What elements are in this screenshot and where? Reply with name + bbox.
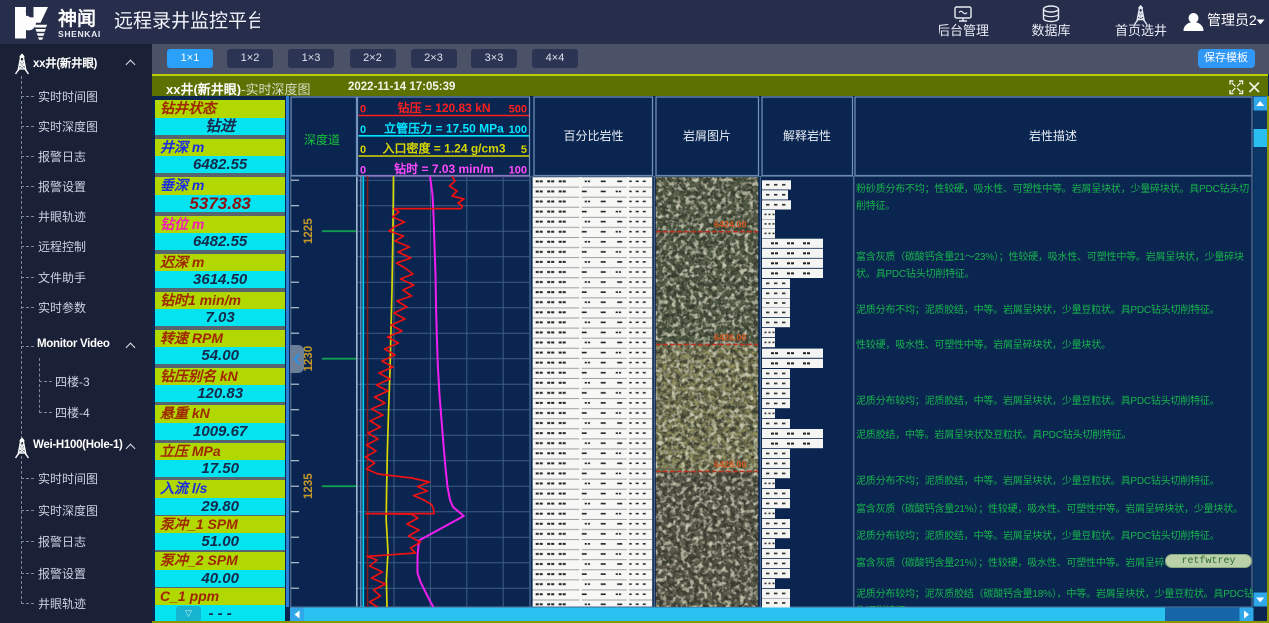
svg-text:100: 100 xyxy=(509,124,527,136)
svg-text:后台管理: 后台管理 xyxy=(939,23,989,38)
svg-text:岩屑图片: 岩屑图片 xyxy=(683,128,731,143)
svg-text:1235: 1235 xyxy=(303,473,315,499)
svg-text:立管压力 = 17.50 MPa: 立管压力 = 17.50 MPa xyxy=(384,120,504,135)
svg-text:6424.00: 6424.00 xyxy=(714,220,747,230)
svg-text:0: 0 xyxy=(360,164,366,176)
svg-text:0: 0 xyxy=(360,104,366,116)
svg-text:6428.00: 6428.00 xyxy=(714,460,747,470)
svg-text:百分比岩性: 百分比岩性 xyxy=(563,128,623,143)
svg-text:解释岩性: 解释岩性 xyxy=(783,128,831,143)
svg-text:SHENKAI: SHENKAI xyxy=(58,29,101,39)
svg-text:100: 100 xyxy=(509,164,527,176)
svg-text:1225: 1225 xyxy=(303,218,315,244)
svg-text:深度道: 深度道 xyxy=(304,132,340,147)
svg-text:0: 0 xyxy=(360,124,366,136)
svg-text:远程录井监控平台: 远程录井监控平台 xyxy=(114,10,260,32)
svg-text:数据库: 数据库 xyxy=(1031,23,1070,38)
svg-text:入口密度 = 1.24 g/cm3: 入口密度 = 1.24 g/cm3 xyxy=(382,141,505,156)
svg-text:管理员2: 管理员2 xyxy=(1207,12,1257,28)
svg-text:神闻: 神闻 xyxy=(58,7,96,30)
svg-text:0: 0 xyxy=(360,144,366,156)
svg-text:5: 5 xyxy=(521,144,527,156)
svg-text:钻压 = 120.83 kN: 钻压 = 120.83 kN xyxy=(397,100,490,115)
svg-text:钻时 = 7.03 min/m: 钻时 = 7.03 min/m xyxy=(394,161,494,176)
svg-text:1230: 1230 xyxy=(303,346,315,372)
svg-text:6426.00: 6426.00 xyxy=(714,333,747,343)
svg-text:500: 500 xyxy=(509,104,527,116)
svg-text:首页选井: 首页选井 xyxy=(1115,23,1167,38)
